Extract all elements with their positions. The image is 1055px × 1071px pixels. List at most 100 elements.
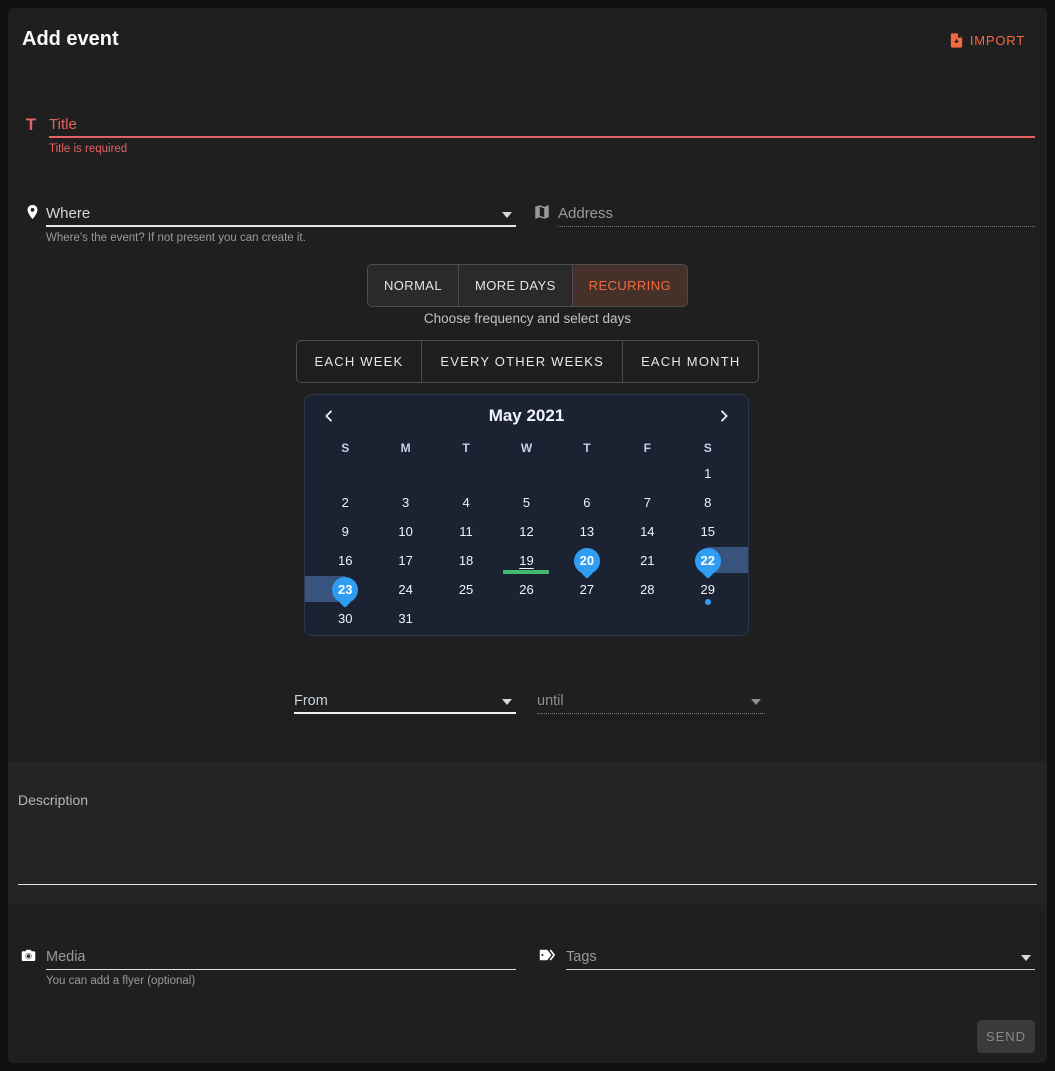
day-number: 29	[701, 582, 715, 597]
calendar-day-8[interactable]: 8	[678, 488, 738, 517]
calendar-day-9[interactable]: 9	[315, 517, 375, 546]
tab-normal[interactable]: NORMAL	[368, 265, 458, 306]
calendar-day-4[interactable]: 4	[436, 488, 496, 517]
media-input[interactable]: Media	[46, 944, 516, 970]
calendar-day-29[interactable]: 29	[678, 575, 738, 604]
day-number: 26	[519, 582, 533, 597]
selected-day-marker: 23	[332, 577, 358, 603]
calendar-day-16[interactable]: 16	[315, 546, 375, 575]
calendar-month-label: May 2021	[489, 406, 565, 426]
calendar-day-15[interactable]: 15	[678, 517, 738, 546]
calendar-day-13[interactable]: 13	[557, 517, 617, 546]
day-number: 24	[398, 582, 412, 597]
frequency-option-each-week[interactable]: EACH WEEK	[296, 340, 423, 383]
tags-select[interactable]: Tags	[566, 944, 1035, 970]
until-placeholder: until	[537, 693, 564, 709]
calendar-day-10[interactable]: 10	[375, 517, 435, 546]
calendar-day-12[interactable]: 12	[496, 517, 556, 546]
calendar-day-14[interactable]: 14	[617, 517, 677, 546]
weekday-label: T	[436, 441, 496, 455]
frequency-hint: Choose frequency and select days	[8, 311, 1047, 326]
description-input[interactable]: Description	[18, 792, 1037, 890]
day-number: 12	[519, 524, 533, 539]
media-field-row: Media You can add a flyer (optional)	[18, 944, 516, 987]
day-number: 17	[398, 553, 412, 568]
calendar-day-21[interactable]: 21	[617, 546, 677, 575]
location-pin-icon	[22, 201, 42, 223]
until-select[interactable]: until	[537, 688, 765, 714]
prev-month-button[interactable]	[319, 405, 339, 427]
send-button[interactable]: SEND	[977, 1020, 1035, 1053]
calendar-day-11[interactable]: 11	[436, 517, 496, 546]
calendar-day-1[interactable]: 1	[678, 459, 738, 488]
calendar-week-row: 16 17 1819 20 21 22	[315, 546, 738, 575]
next-month-button[interactable]	[714, 405, 734, 427]
address-input[interactable]: Address	[558, 201, 1035, 227]
mode-tabs-wrap: NORMALMORE DAYSRECURRING	[8, 264, 1047, 307]
day-number: 14	[640, 524, 654, 539]
calendar-day-5[interactable]: 5	[496, 488, 556, 517]
day-number: 10	[398, 524, 412, 539]
day-number: 15	[701, 524, 715, 539]
chevron-left-icon	[321, 407, 337, 425]
calendar-day-31[interactable]: 31	[375, 604, 435, 633]
calendar-day-empty	[436, 604, 496, 633]
calendar-day-6[interactable]: 6	[557, 488, 617, 517]
where-field-row: Where Where's the event? If not present …	[22, 201, 516, 244]
calendar-day-20[interactable]: 20	[557, 546, 617, 575]
where-placeholder: Where	[46, 205, 90, 222]
frequency-option-every-other-weeks[interactable]: EVERY OTHER WEEKS	[422, 340, 623, 383]
description-section: Description	[8, 762, 1047, 905]
day-number: 4	[462, 495, 469, 510]
calendar-day-22[interactable]: 22	[678, 546, 738, 575]
calendar-day-2[interactable]: 2	[315, 488, 375, 517]
calendar-week-row: 30 31	[315, 604, 738, 633]
day-number: 23	[338, 582, 352, 597]
calendar-day-18[interactable]: 18	[436, 546, 496, 575]
weekday-label: M	[375, 441, 435, 455]
chevron-down-icon	[1021, 955, 1031, 961]
calendar-day-empty	[496, 459, 556, 488]
address-field-row: Address	[532, 201, 1035, 227]
day-number: 5	[523, 495, 530, 510]
calendar-weekday-row: SMTWTFS	[315, 437, 738, 459]
calendar-week-row: 1	[315, 459, 738, 488]
day-number: 30	[338, 611, 352, 626]
calendar-day-24[interactable]: 24	[375, 575, 435, 604]
day-number: 3	[402, 495, 409, 510]
page-title: Add event	[22, 28, 119, 51]
calendar-grid: 1234567891011121314151617181920212223242…	[315, 459, 738, 633]
weekday-label: W	[496, 441, 556, 455]
calendar-day-19[interactable]: 19	[496, 546, 556, 575]
day-number: 20	[580, 553, 594, 568]
chevron-right-icon	[716, 407, 732, 425]
calendar-day-26[interactable]: 26	[496, 575, 556, 604]
calendar-day-27[interactable]: 27	[557, 575, 617, 604]
calendar-day-25[interactable]: 25	[436, 575, 496, 604]
day-number: 21	[640, 553, 654, 568]
from-select[interactable]: From	[294, 688, 516, 714]
description-placeholder: Description	[18, 792, 88, 808]
frequency-option-each-month[interactable]: EACH MONTH	[623, 340, 759, 383]
tab-more-days[interactable]: MORE DAYS	[458, 265, 572, 306]
calendar-day-17[interactable]: 17	[375, 546, 435, 575]
calendar-day-3[interactable]: 3	[375, 488, 435, 517]
import-label: IMPORT	[970, 33, 1025, 48]
today-indicator	[503, 570, 549, 574]
tab-recurring[interactable]: RECURRING	[572, 265, 687, 306]
calendar: May 2021 SMTWTFS 12345678910111213141516…	[304, 394, 749, 636]
where-select[interactable]: Where	[46, 201, 516, 227]
until-field-row: until	[537, 688, 765, 714]
calendar-day-7[interactable]: 7	[617, 488, 677, 517]
weekday-label: S	[315, 441, 375, 455]
calendar-week-row: 9 10 11 12 13 14 15	[315, 517, 738, 546]
day-number: 1	[704, 466, 711, 481]
import-button[interactable]: IMPORT	[948, 32, 1025, 49]
file-import-icon	[948, 32, 965, 49]
day-number: 25	[459, 582, 473, 597]
title-input[interactable]: Title	[49, 112, 1035, 138]
calendar-day-23[interactable]: 23	[315, 575, 375, 604]
calendar-day-30[interactable]: 30	[315, 604, 375, 633]
weekday-label: S	[678, 441, 738, 455]
calendar-day-28[interactable]: 28	[617, 575, 677, 604]
